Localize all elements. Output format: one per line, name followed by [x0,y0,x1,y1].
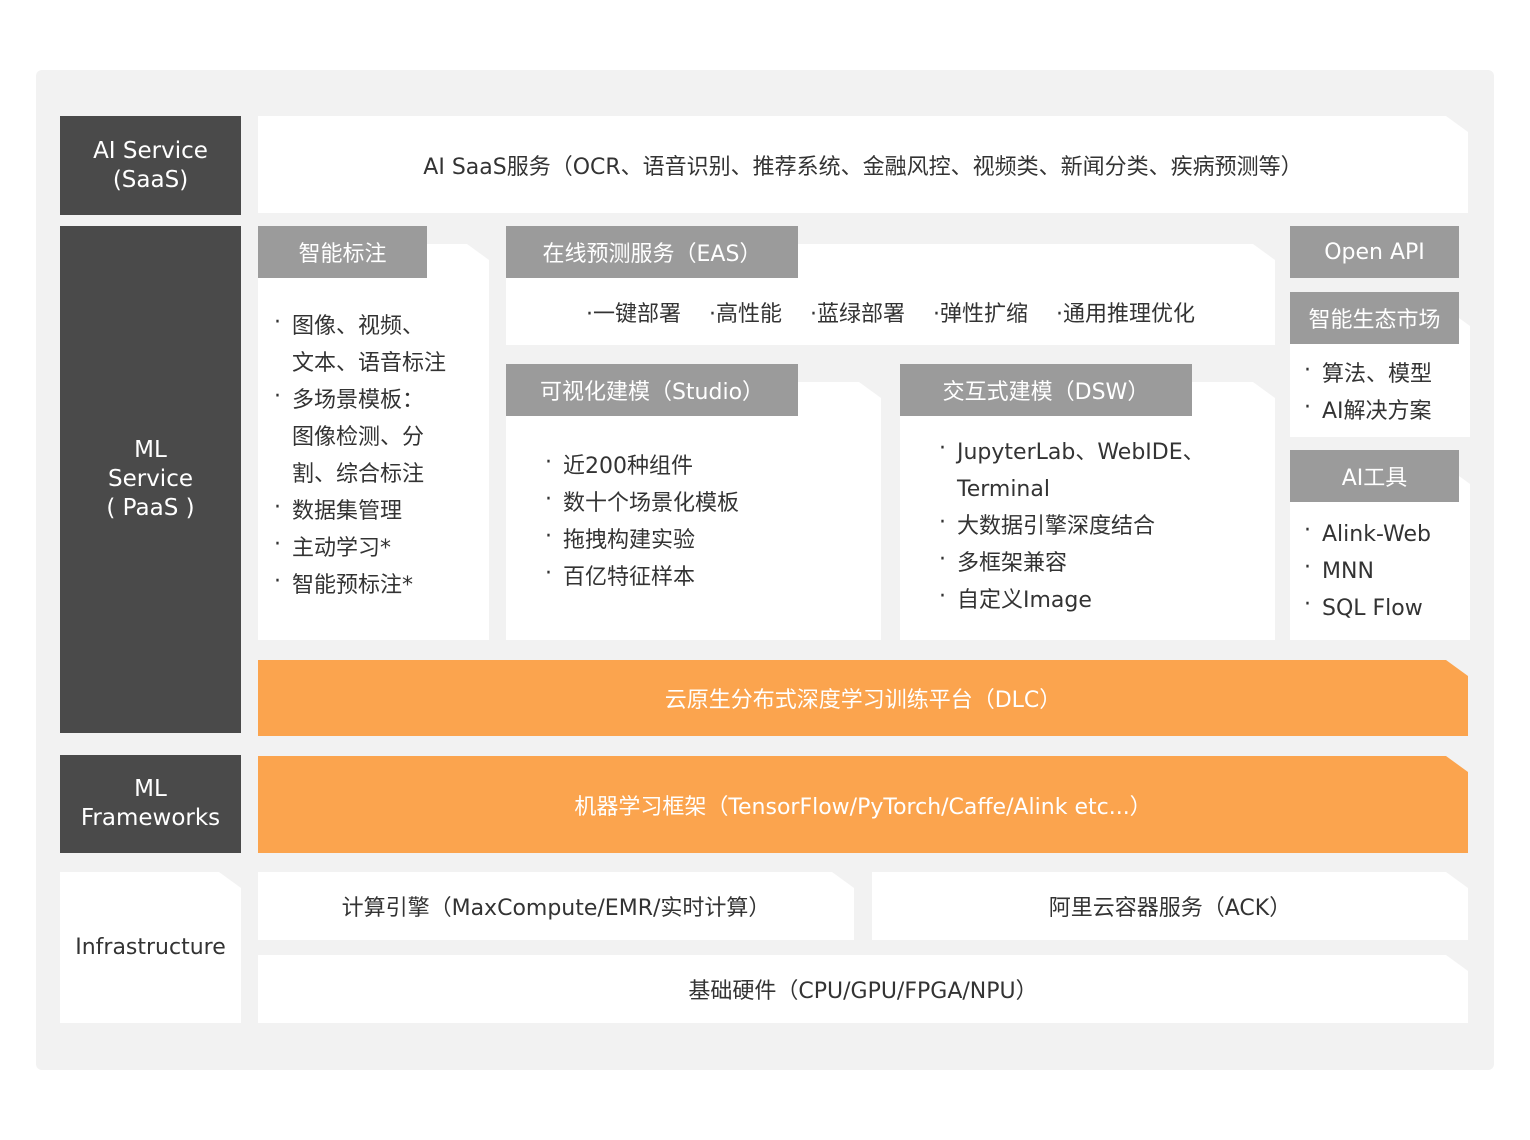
eas-feature: ·蓝绿部署 [810,302,905,327]
studio-list: 近200种组件数十个场景化模板拖拽构建实验百亿特征样本 [543,444,873,596]
ai-tool-item: MNN [1302,549,1462,590]
eas-feature: ·一键部署 [586,302,681,327]
studio-title: 可视化建模（Studio） [506,364,798,416]
studio-item: 拖拽构建实验 [543,518,873,559]
eco-market-item: 算法、模型 [1302,352,1462,393]
smart-label-list: 图像、视频、 文本、语音标注多场景模板： 图像检测、分 割、综合标注数据集管理主… [272,304,484,604]
compute-engine-bar: 计算引擎（MaxCompute/EMR/实时计算） [258,872,854,940]
ai-tool-item: SQL Flow [1302,586,1462,627]
ml-frameworks-label: ML Frameworks [60,755,241,853]
eco-market-item: AI解决方案 [1302,389,1462,430]
eco-market-list: 算法、模型AI解决方案 [1302,352,1462,430]
dsw-item: 大数据引擎深度结合 [937,504,1267,545]
studio-item: 近200种组件 [543,444,873,485]
framework-bar: 机器学习框架（TensorFlow/PyTorch/Caffe/Alink et… [258,756,1468,853]
infrastructure-label: Infrastructure [60,872,241,1023]
smart-label-item: 多场景模板： 图像检测、分 割、综合标注 [272,378,484,493]
dsw-title: 交互式建模（DSW） [900,364,1192,416]
smart-label-item: 图像、视频、 文本、语音标注 [272,304,484,382]
eas-feature-row: ·一键部署 ·高性能 ·蓝绿部署 ·弹性扩缩 ·通用推理优化 [506,292,1275,332]
eas-feature: ·高性能 [709,302,782,327]
dsw-item: 多框架兼容 [937,541,1267,582]
ml-service-label: ML Service ( PaaS ) [60,226,241,733]
eco-market-title: 智能生态市场 [1290,292,1459,344]
ai-tool-item: Alink-Web [1302,512,1462,553]
ai-service-label: AI Service (SaaS) [60,116,241,215]
dlc-bar: 云原生分布式深度学习训练平台（DLC） [258,660,1468,736]
studio-item: 数十个场景化模板 [543,481,873,522]
dsw-item: 自定义Image [937,578,1267,619]
hardware-bar: 基础硬件（CPU/GPU/FPGA/NPU） [258,955,1468,1023]
dsw-item: JupyterLab、WebIDE、 Terminal [937,430,1267,508]
saas-bar: AI SaaS服务（OCR、语音识别、推荐系统、金融风控、视频类、新闻分类、疾病… [258,116,1468,213]
open-api-title: Open API [1290,226,1459,278]
dsw-list: JupyterLab、WebIDE、 Terminal大数据引擎深度结合多框架兼… [937,430,1267,619]
smart-label-item: 数据集管理 [272,489,484,530]
smart-label-item: 主动学习* [272,526,484,567]
smart-label-item: 智能预标注* [272,563,484,604]
ai-tools-list: Alink-WebMNNSQL Flow [1302,512,1462,627]
eas-feature: ·弹性扩缩 [933,302,1028,327]
eas-title: 在线预测服务（EAS） [506,226,798,278]
ack-bar: 阿里云容器服务（ACK） [872,872,1468,940]
studio-item: 百亿特征样本 [543,555,873,596]
smart-label-title: 智能标注 [258,226,427,278]
ai-tools-title: AI工具 [1290,450,1459,502]
eas-feature: ·通用推理优化 [1056,302,1195,327]
